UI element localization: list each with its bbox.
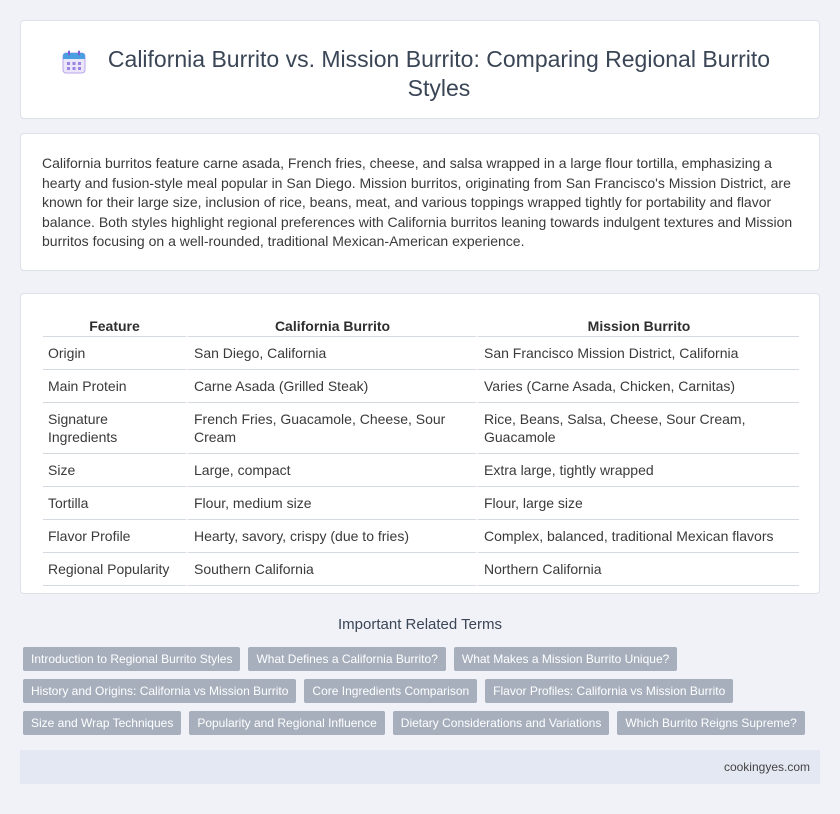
tag-row: History and Origins: California vs Missi…	[23, 679, 823, 703]
mission-cell: San Francisco Mission District, Californ…	[476, 337, 799, 370]
tag-what-defines-california-burrito[interactable]: What Defines a California Burrito?	[248, 647, 446, 671]
tag-popularity-regional-influence[interactable]: Popularity and Regional Influence	[189, 711, 385, 735]
tag-history-and-origins[interactable]: History and Origins: California vs Missi…	[23, 679, 297, 703]
tag-introduction-regional-styles[interactable]: Introduction to Regional Burrito Styles	[23, 647, 241, 671]
table-row: Origin San Diego, California San Francis…	[43, 337, 799, 370]
footer: cookingyes.com	[20, 750, 820, 784]
california-cell: San Diego, California	[186, 337, 476, 370]
tag-core-ingredients-comparison[interactable]: Core Ingredients Comparison	[304, 679, 478, 703]
header-mission-burrito: Mission Burrito	[476, 312, 799, 337]
feature-cell: Origin	[43, 337, 186, 370]
calendar-icon	[62, 50, 86, 74]
feature-cell: Tortilla	[43, 487, 186, 520]
feature-cell: Signature Ingredients	[43, 403, 186, 454]
tag-size-and-wrap-techniques[interactable]: Size and Wrap Techniques	[23, 711, 182, 735]
tag-what-makes-mission-burrito-unique[interactable]: What Makes a Mission Burrito Unique?	[453, 647, 678, 671]
california-cell: Hearty, savory, crispy (due to fries)	[186, 520, 476, 553]
intro-card: California burritos feature carne asada,…	[20, 133, 820, 271]
mission-cell: Rice, Beans, Salsa, Cheese, Sour Cream, …	[476, 403, 799, 454]
mission-cell: Extra large, tightly wrapped	[476, 454, 799, 487]
feature-cell: Regional Popularity	[43, 553, 186, 586]
tag-row: Introduction to Regional Burrito Styles …	[23, 647, 823, 671]
mission-cell: Varies (Carne Asada, Chicken, Carnitas)	[476, 370, 799, 403]
intro-paragraph: California burritos feature carne asada,…	[42, 155, 793, 249]
california-cell: French Fries, Guacamole, Cheese, Sour Cr…	[186, 403, 476, 454]
feature-cell: Flavor Profile	[43, 520, 186, 553]
page-title: California Burrito vs. Mission Burrito: …	[107, 46, 771, 101]
feature-cell: Main Protein	[43, 370, 186, 403]
feature-cell: Size	[43, 454, 186, 487]
california-cell: Flour, medium size	[186, 487, 476, 520]
tag-which-burrito-reigns-supreme[interactable]: Which Burrito Reigns Supreme?	[617, 711, 805, 735]
header-feature: Feature	[43, 312, 186, 337]
header-california-burrito: California Burrito	[186, 312, 476, 337]
table-row: Size Large, compact Extra large, tightly…	[43, 454, 799, 487]
mission-cell: Northern California	[476, 553, 799, 586]
table-header-row: Feature California Burrito Mission Burri…	[43, 312, 799, 337]
table-row: Tortilla Flour, medium size Flour, large…	[43, 487, 799, 520]
title-row: California Burrito vs. Mission Burrito: …	[21, 21, 819, 103]
table-row: Signature Ingredients French Fries, Guac…	[43, 403, 799, 454]
tag-dietary-considerations[interactable]: Dietary Considerations and Variations	[392, 711, 610, 735]
mission-cell: Flour, large size	[476, 487, 799, 520]
table-row: Main Protein Carne Asada (Grilled Steak)…	[43, 370, 799, 403]
california-cell: Southern California	[186, 553, 476, 586]
related-terms-heading: Important Related Terms	[338, 616, 502, 633]
california-cell: Carne Asada (Grilled Steak)	[186, 370, 476, 403]
comparison-table-card: Feature California Burrito Mission Burri…	[20, 293, 820, 594]
tag-flavor-profiles[interactable]: Flavor Profiles: California vs Mission B…	[485, 679, 734, 703]
tag-row: Size and Wrap Techniques Popularity and …	[23, 711, 823, 735]
related-terms-tags: Introduction to Regional Burrito Styles …	[23, 647, 823, 743]
footer-site-link[interactable]: cookingyes.com	[724, 760, 810, 774]
comparison-table: Feature California Burrito Mission Burri…	[43, 312, 799, 586]
california-cell: Large, compact	[186, 454, 476, 487]
mission-cell: Complex, balanced, traditional Mexican f…	[476, 520, 799, 553]
table-row: Regional Popularity Southern California …	[43, 553, 799, 586]
title-card: California Burrito vs. Mission Burrito: …	[20, 20, 820, 119]
table-row: Flavor Profile Hearty, savory, crispy (d…	[43, 520, 799, 553]
